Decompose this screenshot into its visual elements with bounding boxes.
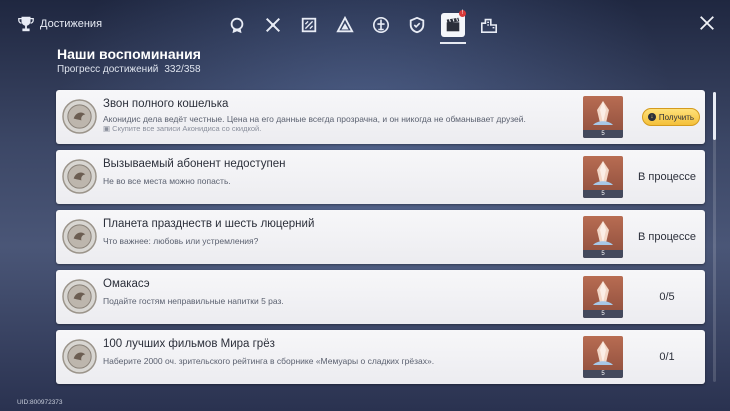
claim-arrow-icon: ↓ xyxy=(647,113,656,121)
medal-icon xyxy=(62,219,97,254)
achievement-description: Что важнее: любовь или устремления? xyxy=(103,236,259,246)
crystal-icon xyxy=(593,221,613,245)
reward-count: 5 xyxy=(583,130,623,138)
medal-icon xyxy=(62,279,97,314)
section-title: Наши воспоминания xyxy=(57,46,201,62)
crystal-icon xyxy=(593,341,613,365)
patterned-square-icon xyxy=(301,17,317,33)
reward-item[interactable]: 5 xyxy=(583,336,623,378)
achievement-card[interactable]: 100 лучших фильмов Мира грёз Наберите 20… xyxy=(56,330,705,384)
medal-icon xyxy=(62,339,97,374)
reward-count: 5 xyxy=(583,250,623,258)
reward-item[interactable]: 5 xyxy=(583,216,623,258)
reward-item[interactable]: 5 xyxy=(583,276,623,318)
achievement-hint: ▣ Скупите все записи Аконидиса со скидко… xyxy=(103,124,261,133)
tab-fountain-emblem[interactable] xyxy=(366,10,396,40)
tab-city[interactable] xyxy=(474,10,504,40)
shield-icon xyxy=(409,16,425,34)
reward-count: 5 xyxy=(583,370,623,378)
reward-count: 5 xyxy=(583,310,623,318)
tab-patterned-square[interactable] xyxy=(294,10,324,40)
fountain-emblem-icon xyxy=(372,16,390,34)
achievement-status: В процессе xyxy=(638,171,696,183)
achievement-card[interactable]: Омакасэ Подайте гостям неправильные напи… xyxy=(56,270,705,324)
achievement-description: Наберите 2000 оч. зрительского рейтинга … xyxy=(103,356,435,366)
close-icon[interactable] xyxy=(698,14,716,32)
crossed-swords-icon xyxy=(265,17,281,33)
progress-value: 332/358 xyxy=(164,64,201,75)
user-id: UID:800972373 xyxy=(17,399,63,406)
film-clapper-icon xyxy=(446,17,460,32)
achievement-status: 0/5 xyxy=(659,291,675,303)
page-title: Достижения xyxy=(40,18,103,30)
achievement-title: Омакасэ xyxy=(103,278,150,290)
progress-label: Прогресс достижений xyxy=(57,64,159,75)
category-tabs: ! xyxy=(222,10,504,44)
achievement-title: Звон полного кошелька xyxy=(103,98,229,110)
tab-triangle-emblem[interactable] xyxy=(330,10,360,40)
tab-film-clapper[interactable]: ! xyxy=(438,10,468,44)
tab-shield[interactable] xyxy=(402,10,432,40)
reward-item[interactable]: 5 xyxy=(583,96,623,138)
trophy-icon xyxy=(18,16,34,32)
top-bar: Достижения ! xyxy=(0,0,730,48)
achievement-status: В процессе xyxy=(638,231,696,243)
achievement-description: Не во все места можно попасть. xyxy=(103,176,231,186)
reward-item[interactable]: 5 xyxy=(583,156,623,198)
achievement-description: Аконидис дела ведёт честные. Цена на его… xyxy=(103,114,526,124)
achievement-title: Планета празднеств и шесть люцерний xyxy=(103,218,315,230)
tab-badge[interactable] xyxy=(222,10,252,40)
badge-icon xyxy=(230,17,244,34)
tab-crossed-swords[interactable] xyxy=(258,10,288,40)
triangle-emblem-icon xyxy=(336,16,354,33)
crystal-icon xyxy=(593,101,613,125)
notification-badge: ! xyxy=(459,10,466,17)
medal-icon xyxy=(62,159,97,194)
achievement-description: Подайте гостям неправильные напитки 5 ра… xyxy=(103,296,284,306)
achievement-card[interactable]: Звон полного кошелька Аконидис дела ведё… xyxy=(56,90,705,144)
achievement-title: Вызываемый абонент недоступен xyxy=(103,158,286,170)
achievement-status: 0/1 xyxy=(659,351,675,363)
crystal-icon xyxy=(593,161,613,185)
reward-count: 5 xyxy=(583,190,623,198)
achievement-title: 100 лучших фильмов Мира грёз xyxy=(103,338,275,350)
city-icon xyxy=(480,18,498,34)
achievement-card[interactable]: Вызываемый абонент недоступен Не во все … xyxy=(56,150,705,204)
achievement-progress: Прогресс достижений 332/358 xyxy=(57,64,201,75)
claim-button[interactable]: ↓ Получить xyxy=(642,108,700,126)
hint-check-icon: ▣ xyxy=(103,124,113,133)
claim-label: Получить xyxy=(658,112,695,122)
achievement-card[interactable]: Планета празднеств и шесть люцерний Что … xyxy=(56,210,705,264)
medal-icon xyxy=(62,99,97,134)
scrollbar-thumb[interactable] xyxy=(713,92,716,140)
crystal-icon xyxy=(593,281,613,305)
achievement-hint-text: Скупите все записи Аконидиса со скидкой. xyxy=(112,124,262,133)
